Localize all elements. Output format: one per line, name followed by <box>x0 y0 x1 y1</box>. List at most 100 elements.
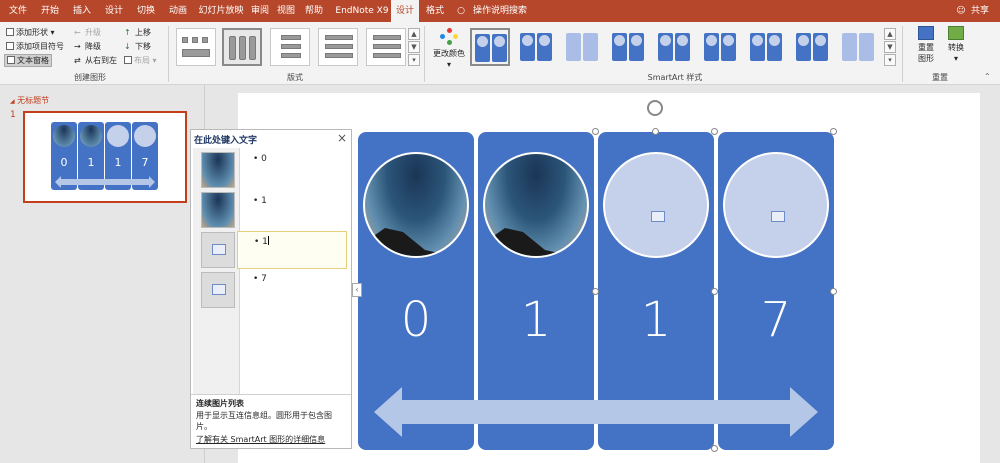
layout-gallery-more[interactable]: ▾ <box>408 54 420 66</box>
close-icon[interactable]: × <box>337 131 347 145</box>
layout-option-3[interactable] <box>270 28 310 66</box>
layout-option-1[interactable] <box>176 28 216 66</box>
right-to-left-button[interactable]: ⇄ 从右到左 <box>74 55 117 66</box>
text-item-active[interactable]: • 1 <box>237 231 347 269</box>
separator <box>168 26 169 82</box>
thumb-arrow <box>55 176 155 188</box>
text-item[interactable]: • 1 <box>253 196 267 206</box>
tab-insert[interactable]: 插入 <box>68 0 96 22</box>
swap-icon: ⇄ <box>74 56 81 65</box>
group-label-layouts: 版式 <box>287 73 303 82</box>
layout-icon <box>124 56 132 64</box>
picture-placeholder-thumb[interactable] <box>201 272 235 308</box>
style-option-4[interactable] <box>608 28 648 66</box>
layout-option-5[interactable] <box>366 28 406 66</box>
resize-handle[interactable] <box>592 288 599 295</box>
column-value[interactable]: 1 <box>598 292 714 348</box>
convert-button[interactable]: 转换 ▾ <box>942 26 970 64</box>
style-option-9[interactable] <box>838 28 878 66</box>
double-arrow <box>374 387 818 437</box>
chevron-down-icon: ▾ <box>953 54 958 63</box>
tab-help[interactable]: 帮助 <box>300 0 328 22</box>
style-option-1-selected[interactable] <box>470 28 510 66</box>
picture-thumb[interactable] <box>201 192 235 228</box>
column-value[interactable]: 7 <box>718 292 834 348</box>
arrow-down-icon: ↓ <box>124 42 131 51</box>
layout-gallery-up[interactable]: ▲ <box>408 28 420 40</box>
style-option-3[interactable] <box>562 28 602 66</box>
insert-picture-icon[interactable] <box>771 211 785 222</box>
arrow-up-icon: ↑ <box>124 28 131 37</box>
share-button[interactable]: 共享 <box>967 0 993 22</box>
tab-file[interactable]: 文件 <box>4 0 32 22</box>
chevron-down-icon: ▾ <box>446 60 451 69</box>
tab-design[interactable]: 设计 <box>100 0 128 22</box>
picture-circle[interactable] <box>363 152 469 258</box>
picture-placeholder[interactable] <box>723 152 829 258</box>
resize-handle[interactable] <box>592 128 599 135</box>
tab-home[interactable]: 开始 <box>36 0 64 22</box>
section-header[interactable]: ◢ 无标题节 <box>10 95 49 106</box>
divider <box>191 394 351 395</box>
convert-label: 转换 <box>948 43 964 52</box>
layout-gallery-down[interactable]: ▼ <box>408 41 420 53</box>
promote-button[interactable]: ← 升级 <box>74 27 101 38</box>
resize-handle[interactable] <box>830 288 837 295</box>
slide-thumbnail-1[interactable]: 0 1 1 7 <box>23 111 187 203</box>
layout-button[interactable]: 布局 ▾ <box>124 55 157 66</box>
tab-animations[interactable]: 动画 <box>164 0 192 22</box>
group-label-reset: 重置 <box>932 73 948 82</box>
style-gallery-down[interactable]: ▼ <box>884 41 896 53</box>
tell-me-search[interactable]: 操作说明搜索 <box>470 0 530 22</box>
change-colors-button[interactable]: 更改颜色 ▾ <box>432 26 466 69</box>
add-shape-button[interactable]: 添加形状 ▾ <box>6 27 55 38</box>
text-item-value: 0 <box>261 154 267 164</box>
learn-more-link[interactable]: 了解有关 SmartArt 图形的详细信息 <box>196 434 325 445</box>
style-gallery-more[interactable]: ▾ <box>884 54 896 66</box>
move-up-button[interactable]: ↑ 上移 <box>124 27 151 38</box>
add-bullet-button[interactable]: 添加项目符号 <box>6 41 64 52</box>
layout-option-2-selected[interactable] <box>222 28 262 66</box>
style-option-7[interactable] <box>746 28 786 66</box>
style-option-2[interactable] <box>516 28 556 66</box>
tab-slideshow[interactable]: 幻灯片放映 <box>196 0 246 22</box>
text-pane-button[interactable]: 文本窗格 <box>4 54 52 67</box>
resize-handle[interactable] <box>830 128 837 135</box>
tab-format[interactable]: 格式 <box>421 0 449 22</box>
resize-handle[interactable] <box>711 288 718 295</box>
tab-transitions[interactable]: 切换 <box>132 0 160 22</box>
move-down-button[interactable]: ↓ 下移 <box>124 41 151 52</box>
tab-endnote[interactable]: EndNote X9 <box>334 0 390 22</box>
column-value[interactable]: 1 <box>478 292 594 348</box>
tab-review[interactable]: 审阅 <box>248 0 272 22</box>
resize-handle[interactable] <box>711 128 718 135</box>
text-pane-title: 在此处键入文字 <box>194 136 258 146</box>
picture-placeholder-thumb[interactable] <box>201 232 235 268</box>
reset-graphic-button[interactable]: 重置图形 <box>908 26 944 64</box>
tab-view[interactable]: 视图 <box>274 0 298 22</box>
style-option-8[interactable] <box>792 28 832 66</box>
resize-handle[interactable] <box>711 445 718 452</box>
text-item[interactable]: • 0 <box>253 154 267 164</box>
rotate-handle-icon[interactable] <box>647 100 663 116</box>
text-item-value: 7 <box>261 274 267 284</box>
column-value[interactable]: 0 <box>358 292 474 348</box>
group-label-styles: SmartArt 样式 <box>647 73 703 82</box>
picture-circle[interactable] <box>483 152 589 258</box>
tab-smartart-design[interactable]: 设计 <box>391 0 419 22</box>
style-option-6[interactable] <box>700 28 740 66</box>
slide-number: 1 <box>10 110 16 120</box>
demote-button[interactable]: → 降级 <box>74 41 101 52</box>
collapse-ribbon-icon[interactable]: ⌃ <box>984 72 991 81</box>
text-item[interactable]: • 1 <box>254 236 269 247</box>
insert-picture-icon <box>212 244 226 255</box>
insert-picture-icon[interactable] <box>651 211 665 222</box>
text-item[interactable]: • 7 <box>253 274 267 284</box>
style-gallery-up[interactable]: ▲ <box>884 28 896 40</box>
style-option-5[interactable] <box>654 28 694 66</box>
picture-thumb[interactable] <box>201 152 235 188</box>
resize-handle[interactable] <box>652 128 659 135</box>
text-pane-toggle[interactable]: ‹ <box>352 283 362 297</box>
layout-option-4[interactable] <box>318 28 358 66</box>
picture-placeholder[interactable] <box>603 152 709 258</box>
